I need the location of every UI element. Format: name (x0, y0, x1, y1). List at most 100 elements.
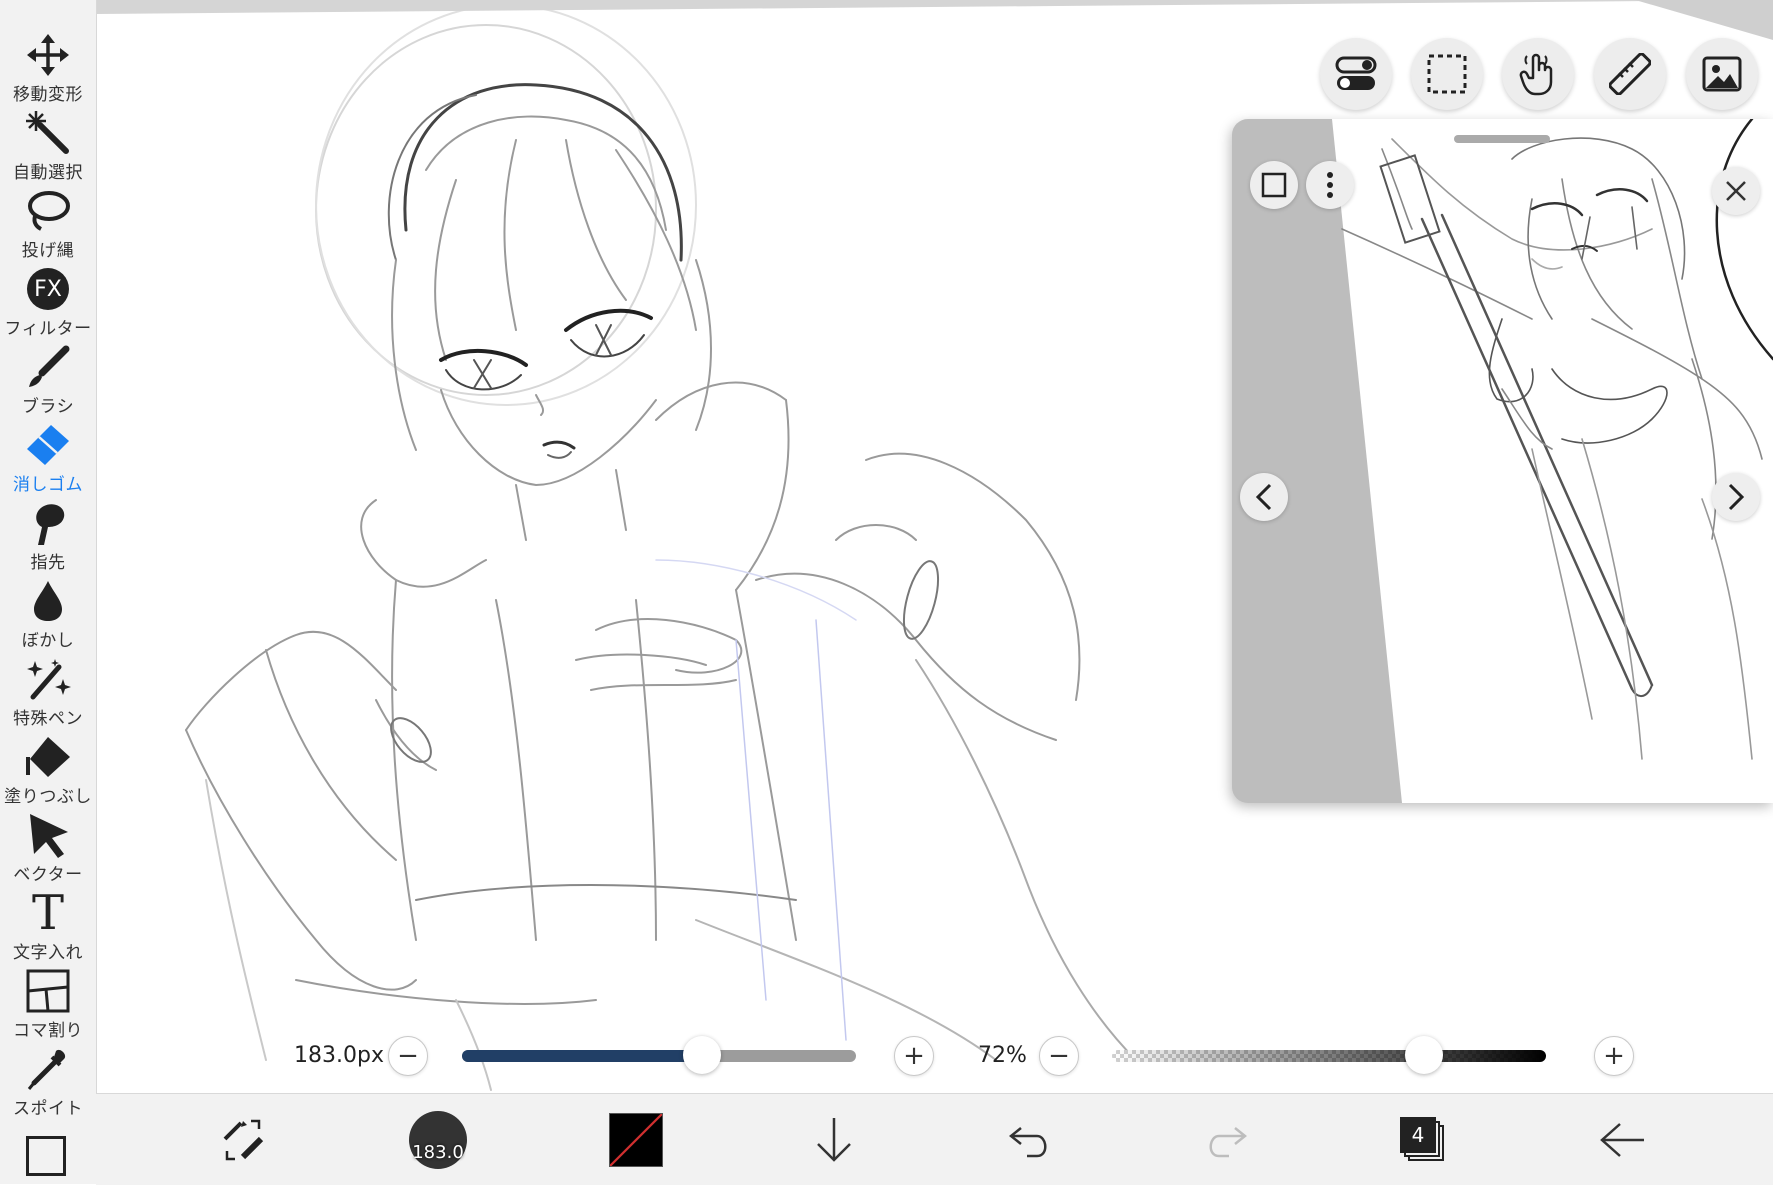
opacity-increase-button[interactable]: + (1594, 1036, 1634, 1076)
tool-label: 塗りつぶし (4, 787, 92, 807)
tool-sidebar: 移動変形 自動選択 投げ縄 FX フィルター ブラシ 消しゴム 指先 ぼかし 特… (0, 0, 97, 1184)
special-pen-icon (21, 656, 75, 702)
tool-special-pen[interactable]: 特殊ペン (0, 656, 96, 734)
text-glyph: T (31, 885, 64, 941)
brush-preview-button[interactable]: 183.0 (408, 1110, 468, 1170)
bottom-toolbar: 183.0 4 (96, 1093, 1773, 1185)
tool-vector[interactable]: ベクター (0, 812, 96, 890)
reference-prev-button[interactable] (1240, 473, 1288, 521)
canvas-frame-icon[interactable] (26, 1136, 66, 1176)
tool-finger[interactable]: 指先 (0, 500, 96, 578)
reference-window[interactable] (1232, 119, 1773, 803)
chevron-left-icon (1255, 483, 1272, 511)
frame-divider-icon (21, 968, 75, 1014)
tool-label: 移動変形 (13, 85, 83, 105)
color-swatch (609, 1113, 663, 1167)
tool-blur[interactable]: ぼかし (0, 578, 96, 656)
tool-label: 自動選択 (13, 163, 83, 183)
fill-bucket-icon (21, 734, 75, 780)
brush-icon (21, 344, 75, 390)
redo-button[interactable] (1196, 1110, 1256, 1170)
undo-icon (1008, 1127, 1047, 1158)
tool-lasso[interactable]: 投げ縄 (0, 188, 96, 266)
reference-drag-handle[interactable] (1454, 135, 1550, 143)
toggle-switch-icon (1335, 56, 1377, 90)
redo-icon (1209, 1127, 1248, 1158)
opacity-decrease-button[interactable]: − (1039, 1036, 1079, 1076)
tool-text[interactable]: T 文字入れ (0, 885, 96, 968)
tool-frame-divider[interactable]: コマ割り (0, 968, 96, 1046)
reference-image (1332, 119, 1773, 803)
tool-eyedropper[interactable]: スポイト (0, 1046, 96, 1124)
brush-size-fill (462, 1050, 703, 1062)
reference-view-button[interactable] (1250, 161, 1298, 209)
blur-drop-icon (21, 578, 75, 624)
tool-label: ベクター (13, 865, 83, 885)
brush-size-value: 183.0px (294, 1043, 384, 1068)
undo-button[interactable] (1000, 1110, 1060, 1170)
tool-move-transform[interactable]: 移動変形 (0, 32, 96, 110)
move-arrows-icon (21, 32, 75, 78)
opacity-slider[interactable] (1112, 1050, 1546, 1062)
close-icon (1726, 181, 1746, 201)
tool-filter[interactable]: FX フィルター (0, 266, 96, 344)
tool-label: 文字入れ (13, 943, 83, 963)
tool-label: 特殊ペン (13, 709, 83, 729)
tool-label: 指先 (30, 553, 66, 573)
eraser-icon (21, 422, 75, 468)
brush-size-decrease-button[interactable]: − (388, 1036, 428, 1076)
brush-preview-label: 183.0 (412, 1142, 464, 1163)
color-swatch-button[interactable] (606, 1110, 666, 1170)
tool-label: スポイト (13, 1099, 83, 1119)
eyedropper-icon (21, 1046, 75, 1092)
toggle-settings-button[interactable] (1320, 38, 1392, 110)
more-dots-icon (1327, 172, 1333, 198)
ruler-icon (1609, 53, 1651, 95)
rotate-transform-button[interactable] (214, 1110, 274, 1170)
tool-fill[interactable]: 塗りつぶし (0, 734, 96, 812)
tool-label: フィルター (4, 319, 92, 339)
magic-wand-icon (21, 110, 75, 156)
opacity-thumb[interactable] (1405, 1036, 1444, 1074)
tool-brush[interactable]: ブラシ (0, 344, 96, 422)
fx-badge: FX (27, 268, 69, 310)
tool-label: 消しゴム (13, 475, 83, 495)
finger-smudge-icon (21, 500, 75, 546)
fx-filter-icon: FX (21, 266, 75, 312)
lasso-icon (21, 188, 75, 234)
brush-size-slider[interactable] (462, 1050, 856, 1062)
arrow-down-icon (817, 1118, 851, 1162)
tool-auto-select[interactable]: 自動選択 (0, 110, 96, 188)
arrow-left-icon (1600, 1123, 1644, 1157)
reference-more-button[interactable] (1306, 161, 1354, 209)
tool-label: 投げ縄 (21, 241, 75, 261)
download-button[interactable] (804, 1110, 864, 1170)
reference-next-button[interactable] (1712, 473, 1760, 521)
selection-button[interactable] (1411, 38, 1483, 110)
tool-label: ぼかし (21, 631, 75, 651)
material-button[interactable] (1686, 38, 1758, 110)
vector-arrow-icon (21, 812, 75, 858)
brush-size-preview: 183.0 (409, 1111, 467, 1169)
dashed-selection-icon (1427, 54, 1467, 94)
square-view-icon (1261, 172, 1287, 198)
layer-count-badge: 4 (1400, 1117, 1436, 1153)
tool-label: コマ割り (13, 1021, 83, 1041)
brush-size-increase-button[interactable]: + (894, 1036, 934, 1076)
hand-button[interactable] (1502, 38, 1574, 110)
layers-button[interactable]: 4 (1393, 1110, 1453, 1170)
ruler-button[interactable] (1594, 38, 1666, 110)
reference-close-button[interactable] (1712, 167, 1760, 215)
image-icon (1702, 56, 1742, 92)
brush-size-thumb[interactable] (683, 1036, 722, 1074)
layers-stack-icon: 4 (1400, 1117, 1446, 1163)
chevron-right-icon (1728, 483, 1745, 511)
tool-eraser[interactable]: 消しゴム (0, 422, 96, 500)
hand-pointer-icon (1519, 53, 1553, 96)
text-icon: T (21, 885, 75, 941)
tool-label: ブラシ (21, 397, 75, 417)
brush-slider-row: 183.0px − + 72% − + (96, 1030, 1773, 1082)
opacity-value: 72% (978, 1043, 1027, 1068)
pen-swap-icon (223, 1119, 264, 1161)
back-button[interactable] (1592, 1110, 1652, 1170)
